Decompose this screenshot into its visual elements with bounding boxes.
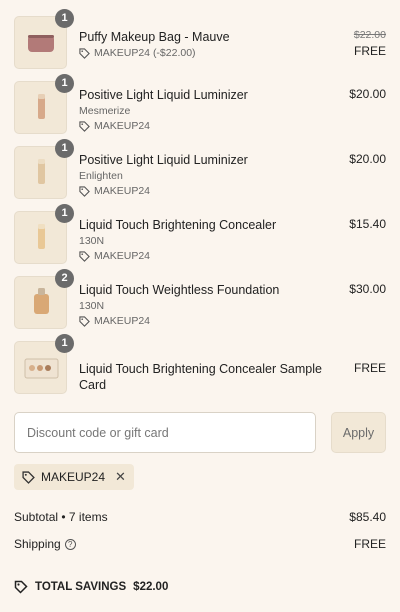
discount-label: MAKEUP24 (-$22.00)	[79, 46, 309, 60]
tag-icon	[79, 120, 90, 132]
original-price: $22.00	[353, 29, 386, 41]
tag-icon	[79, 47, 90, 59]
applied-discount-chip: MAKEUP24 ✕	[14, 464, 134, 490]
line-item: 1 Liquid Touch Brightening Concealer 130…	[14, 204, 386, 265]
quantity-badge: 1	[55, 9, 74, 28]
savings-value: $22.00	[133, 581, 169, 593]
tag-icon	[22, 470, 35, 484]
discount-label: MAKEUP24	[79, 314, 309, 328]
item-price: $20.00	[349, 152, 386, 166]
apply-button[interactable]: Apply	[331, 412, 386, 453]
item-price: FREE	[353, 44, 386, 58]
product-name: Positive Light Liquid Luminizer	[79, 153, 248, 167]
line-item: 1 Positive Light Liquid Luminizer Enligh…	[14, 139, 386, 200]
product-name: Liquid Touch Brightening Concealer	[79, 218, 277, 232]
line-item: 1 Liquid Touch Brightening Concealer Sam…	[14, 334, 386, 395]
discount-tag-icon	[14, 580, 28, 594]
product-name: Puffy Makeup Bag - Mauve	[79, 30, 230, 44]
subtotal-row: Subtotal • 7 items $85.40	[14, 510, 386, 524]
close-icon[interactable]: ✕	[115, 469, 126, 485]
product-variant: Mesmerize	[79, 105, 131, 117]
discount-label: MAKEUP24	[79, 184, 309, 198]
line-item: 2 Liquid Touch Weightless Foundation 130…	[14, 269, 386, 330]
item-price: $15.40	[349, 217, 386, 231]
discount-label: MAKEUP24	[79, 249, 309, 263]
item-price: FREE	[353, 361, 386, 375]
product-name: Liquid Touch Brightening Concealer Sampl…	[79, 362, 322, 392]
shipping-label: Shipping	[14, 537, 61, 551]
line-item: 1 Positive Light Liquid Luminizer Mesmer…	[14, 74, 386, 135]
quantity-badge: 1	[55, 334, 74, 353]
product-variant: 130N	[79, 235, 105, 247]
product-variant: 130N	[79, 300, 105, 312]
tag-icon	[79, 315, 90, 327]
tag-icon	[79, 185, 90, 197]
subtotal-value: $85.40	[349, 510, 386, 524]
product-variant: Enlighten	[79, 170, 123, 182]
tag-icon	[79, 250, 90, 262]
line-item: 1 Puffy Makeup Bag - Mauve MAKEUP24 (-$2…	[14, 9, 386, 70]
shipping-row: Shipping? FREE	[14, 537, 386, 551]
subtotal-label: Subtotal • 7 items	[14, 510, 108, 524]
quantity-badge: 1	[55, 139, 74, 158]
discount-form: Apply	[14, 412, 386, 453]
applied-code-label: MAKEUP24	[41, 470, 106, 484]
quantity-badge: 1	[55, 204, 74, 223]
product-name: Liquid Touch Weightless Foundation	[79, 283, 280, 297]
total-savings: TOTAL SAVINGS $22.00	[14, 580, 168, 594]
discount-label: MAKEUP24	[79, 119, 309, 133]
product-name: Positive Light Liquid Luminizer	[79, 88, 248, 102]
discount-code-input[interactable]	[14, 412, 316, 453]
quantity-badge: 2	[55, 269, 74, 288]
quantity-badge: 1	[55, 74, 74, 93]
item-price: $30.00	[349, 282, 386, 296]
shipping-value: FREE	[353, 537, 386, 551]
item-price: $20.00	[349, 87, 386, 101]
question-circle-icon[interactable]: ?	[64, 539, 76, 551]
savings-label: TOTAL SAVINGS	[35, 581, 127, 593]
